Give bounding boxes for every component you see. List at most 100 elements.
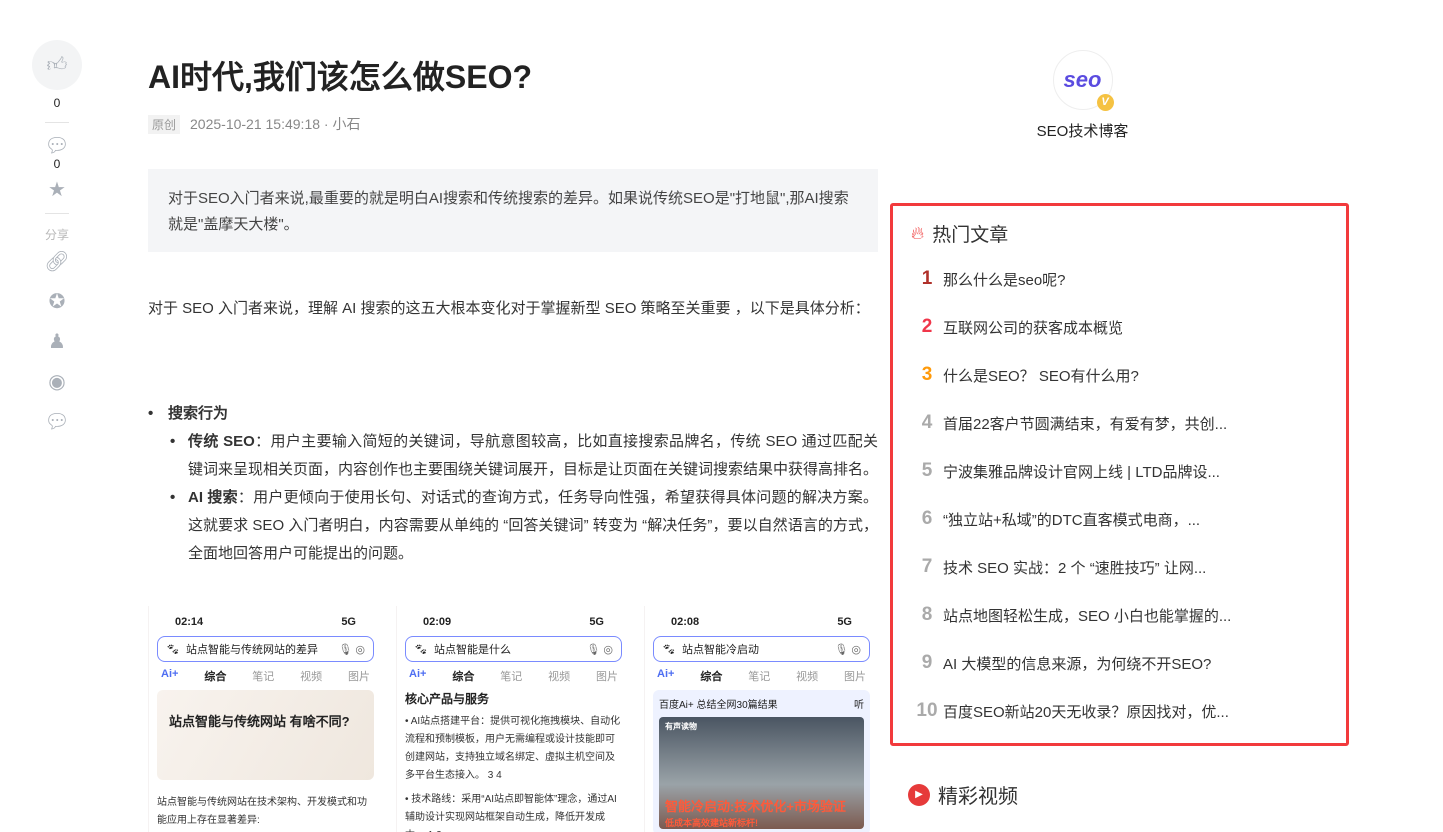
- phone-tab: Ai+: [161, 668, 179, 680]
- share-label: 分享: [44, 228, 69, 242]
- hot-article-link[interactable]: 宁波集雅品牌设计官网上线 | LTD品牌设...: [943, 461, 1220, 482]
- image-subtitle: 低成本高效建站新标杆!: [665, 818, 758, 828]
- play-icon: ▶: [908, 783, 930, 806]
- seo-logo: seo: [1063, 67, 1102, 92]
- comment-icon[interactable]: 💬︎: [32, 135, 82, 157]
- phone-query: 站点智能是什么: [433, 644, 511, 656]
- phone-card: 站点智能与传统网站 有啥不同?: [157, 690, 374, 780]
- phone-tab: 图片: [596, 671, 618, 683]
- hot-article-item[interactable]: 7 技术 SEO 实战：2 个 “速胜技巧” 让网...: [911, 543, 1328, 591]
- baidu-paw-icon: 🐾︎: [662, 643, 676, 656]
- banner-text: 百度Ai+ 总结全网30篇结果: [659, 700, 778, 711]
- hot-article-item[interactable]: 4 首届22客户节圆满结束，有爱有梦，共创...: [911, 399, 1328, 447]
- rank-number: 4: [921, 412, 933, 433]
- hot-article-link[interactable]: 互联网公司的获客成本概览: [943, 317, 1123, 338]
- hot-article-link[interactable]: AI 大模型的信息来源，为何绕不开SEO?: [943, 653, 1211, 674]
- phone-text: • 技术路线：采用“AI站点即智能体”理念，通过AI辅助设计实现网站框架自动生成…: [405, 794, 617, 832]
- phone-status: 5G: [341, 616, 356, 628]
- original-tag: 原创: [148, 114, 181, 134]
- weibo-icon[interactable]: ◉: [32, 371, 82, 393]
- phone-query: 站点智能冷启动: [681, 644, 759, 656]
- comment-count: 0: [53, 157, 61, 171]
- hot-article-item[interactable]: 1 那么什么是seo呢?: [911, 255, 1328, 303]
- copy-link-icon[interactable]: 🔗︎: [32, 251, 82, 273]
- hot-article-link[interactable]: 百度SEO新站20天无收录？原因找对，优...: [943, 701, 1229, 722]
- phone-tab: 笔记: [252, 671, 275, 683]
- rank-number: 2: [921, 316, 933, 337]
- mic-camera-icon: 🎙︎ ◎: [338, 643, 365, 656]
- rank-number: 7: [921, 556, 933, 577]
- phone-tab: 综合: [204, 671, 227, 683]
- phone-time: 02:09: [423, 616, 452, 628]
- article-list: 搜索行为 传统 SEO：用户主要输入简短的关键词，导航意图较高，比如直接搜索品牌…: [148, 400, 878, 568]
- hot-article-link[interactable]: 首届22客户节圆满结束，有爱有梦，共创...: [943, 413, 1227, 434]
- audio-badge: 有声读物: [665, 722, 697, 731]
- phone-query: 站点智能与传统网站的差异: [185, 644, 318, 656]
- verified-badge-icon: V: [1096, 94, 1114, 111]
- phone-status: 5G: [837, 616, 852, 628]
- hot-article-item[interactable]: 6 “独立站+私域”的DTC直客模式电商，...: [911, 495, 1328, 543]
- action-rail: 👍︎ 0 💬︎ 0 ★ 分享 🔗︎ ✪ ♟ ◉ 💬︎: [32, 40, 82, 451]
- list-heading: 搜索行为: [148, 400, 878, 428]
- hot-article-link[interactable]: “独立站+私域”的DTC直客模式电商，...: [943, 509, 1200, 530]
- favorite-star-icon[interactable]: ★: [32, 179, 82, 201]
- hot-article-item[interactable]: 2 互联网公司的获客成本概览: [911, 303, 1328, 351]
- article-intro: 对于 SEO 入门者来说，理解 AI 搜索的这五大根本变化对于掌握新型 SEO …: [148, 300, 870, 317]
- rank-number: 3: [921, 364, 933, 385]
- phone-heading: 核心产品与服务: [405, 692, 490, 706]
- listen-label: 听: [854, 700, 864, 711]
- phone-tab: Ai+: [657, 668, 675, 680]
- divider: [45, 213, 69, 214]
- author-card: seo V SEO技术博客: [1000, 50, 1165, 141]
- hot-title: 热门文章: [932, 225, 1009, 246]
- hot-article-link[interactable]: 技术 SEO 实战：2 个 “速胜技巧” 让网...: [943, 557, 1206, 578]
- hot-article-item[interactable]: 5 宁波集雅品牌设计官网上线 | LTD品牌设...: [911, 447, 1328, 495]
- author-name[interactable]: SEO技术博客: [1000, 120, 1165, 141]
- phone-tab: 视频: [300, 671, 323, 683]
- like-count: 0: [53, 96, 61, 110]
- mic-camera-icon: 🎙︎ ◎: [834, 643, 861, 656]
- phone-tab: 笔记: [748, 671, 771, 683]
- rank-number: 9: [921, 652, 933, 673]
- hot-article-item[interactable]: 3 什么是SEO？ SEO有什么用?: [911, 351, 1328, 399]
- qzone-icon[interactable]: ✪: [32, 291, 82, 313]
- list-text: ：用户主要输入简短的关键词，导航意图较高，比如直接搜索品牌名，传统 SEO 通过…: [188, 433, 879, 478]
- list-item: AI 搜索：用户更倾向于使用长句、对话式的查询方式，任务导向性强，希望获得具体问…: [148, 484, 878, 568]
- rank-number: 5: [921, 460, 933, 481]
- list-term: 传统 SEO: [188, 433, 255, 450]
- hot-article-item[interactable]: 8 站点地图轻松生成，SEO 小白也能掌握的...: [911, 591, 1328, 639]
- rank-number: 6: [921, 508, 933, 529]
- hot-article-link[interactable]: 那么什么是seo呢?: [943, 269, 1066, 290]
- mic-camera-icon: 🎙︎ ◎: [586, 643, 613, 656]
- rank-number: 8: [921, 604, 933, 625]
- article-summary: 对于SEO入门者来说,最重要的就是明白AI搜索和传统搜索的差异。如果说传统SEO…: [148, 169, 878, 252]
- hot-article-item[interactable]: 9 AI 大模型的信息来源，为何绕不开SEO?: [911, 639, 1328, 687]
- phone-tab: Ai+: [409, 668, 427, 680]
- qq-icon[interactable]: ♟: [32, 331, 82, 353]
- author-avatar[interactable]: seo V: [1052, 50, 1114, 111]
- rank-number: 1: [921, 268, 933, 289]
- phone-screenshot: 02:08 5G 🐾︎ 站点智能冷启动 🎙︎ ◎ Ai+ 综合 笔记 视频 图片 百度Ai+ …: [644, 606, 878, 832]
- thumbs-up-icon: 👍︎: [46, 54, 68, 76]
- videos-heading: ▶ 精彩视频: [908, 780, 1018, 809]
- list-term: AI 搜索: [188, 489, 238, 506]
- image-title: 智能冷启动:技术优化+市场验证: [665, 799, 846, 814]
- article-title: AI时代,我们该怎么做SEO?: [148, 59, 533, 95]
- phone-tab: 图片: [348, 671, 370, 683]
- baidu-paw-icon: 🐾︎: [414, 643, 428, 656]
- wechat-icon[interactable]: 💬︎: [32, 411, 82, 433]
- rank-number: 10: [916, 700, 938, 721]
- phone-tab: 综合: [452, 671, 475, 683]
- hot-article-link[interactable]: 站点地图轻松生成，SEO 小白也能掌握的...: [943, 605, 1231, 626]
- phone-tab: 笔记: [500, 671, 523, 683]
- article-image-phone-screenshots: 02:14 5G 🐾︎ 站点智能与传统网站的差异 🎙︎ ◎ Ai+ 综合 笔记 视频 图片 站…: [148, 606, 878, 832]
- divider: [45, 122, 69, 123]
- hot-article-link[interactable]: 什么是SEO？ SEO有什么用?: [943, 365, 1139, 386]
- baidu-paw-icon: 🐾︎: [166, 643, 180, 656]
- like-button[interactable]: 👍︎: [32, 40, 82, 90]
- phone-text: 站点智能与传统网站在技术架构、开发模式和功能应用上存在显著差异:: [157, 797, 367, 826]
- phone-tab: 图片: [844, 671, 866, 683]
- phone-status: 5G: [589, 616, 604, 628]
- hot-article-item[interactable]: 10 百度SEO新站20天无收录？原因找对，优...: [911, 687, 1328, 735]
- list-text: ：用户更倾向于使用长句、对话式的查询方式，任务导向性强，希望获得具体问题的解决方…: [188, 489, 878, 562]
